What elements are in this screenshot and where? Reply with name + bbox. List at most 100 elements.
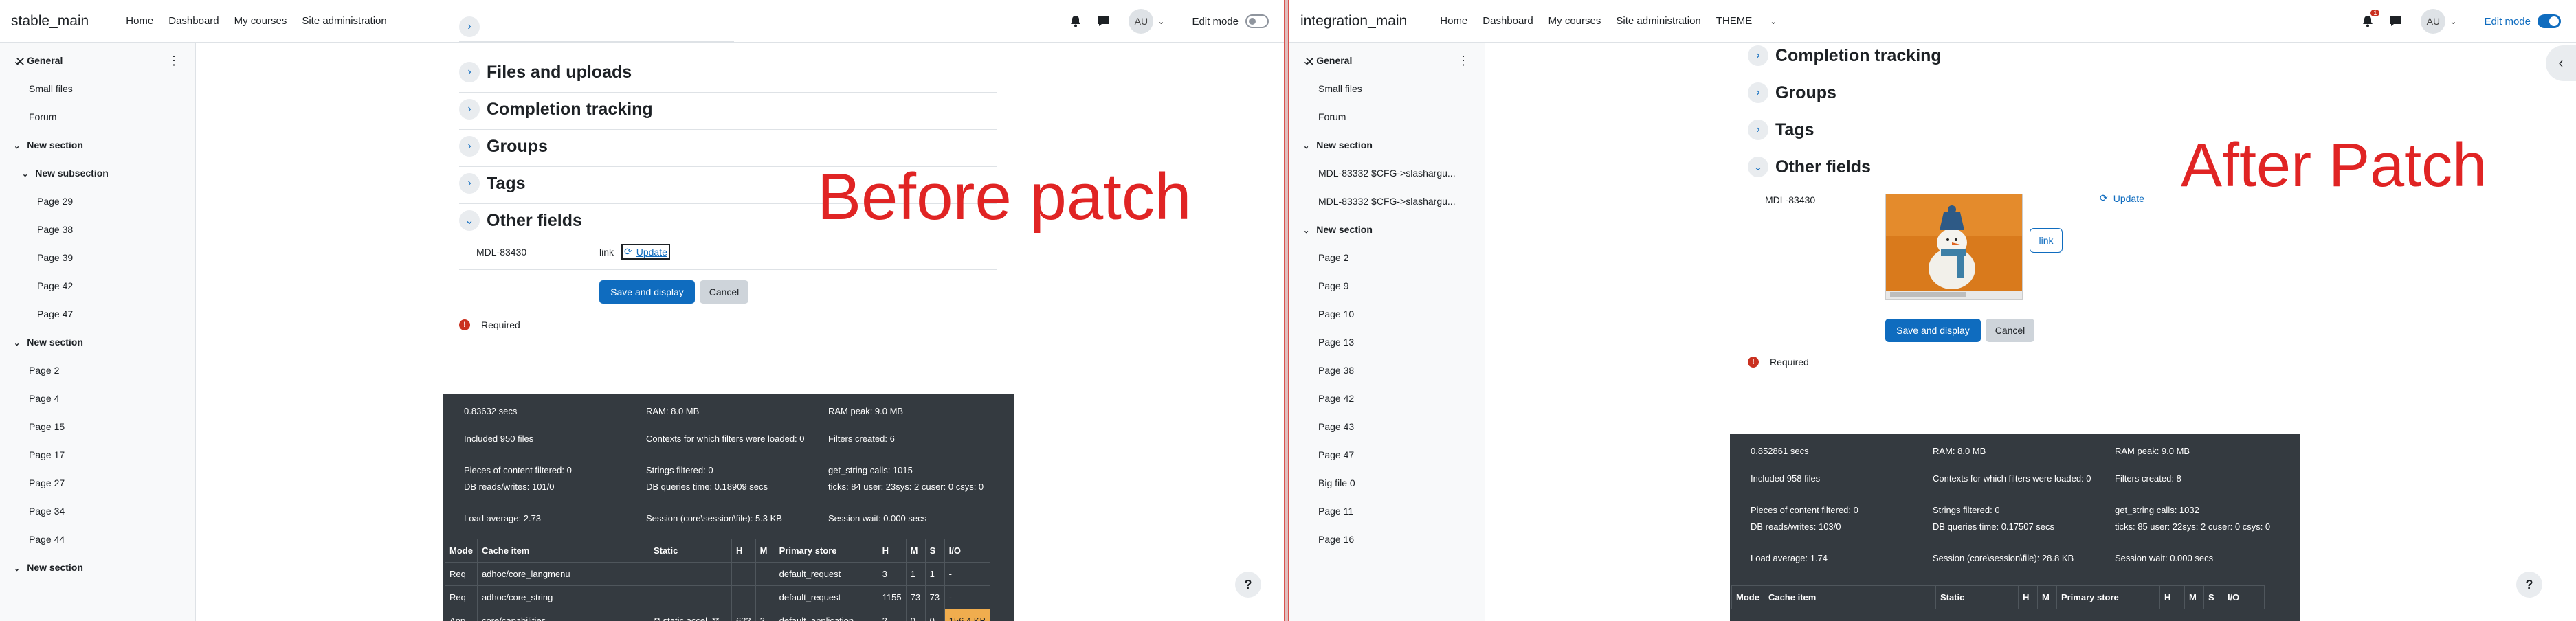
- course-index-item[interactable]: Page 39: [37, 252, 73, 263]
- avatar[interactable]: AU: [2421, 9, 2446, 34]
- course-index-item[interactable]: Page 44: [29, 534, 65, 545]
- field-link[interactable]: link: [2030, 228, 2063, 253]
- course-index-item[interactable]: MDL-83332 $CFG->slashargu...: [1318, 196, 1456, 207]
- section-tags[interactable]: › Tags: [459, 173, 526, 194]
- course-index-item[interactable]: Page 42: [1318, 393, 1354, 404]
- bell-icon[interactable]: 1: [2360, 10, 2380, 29]
- site-brand[interactable]: stable_main: [11, 13, 89, 30]
- chevron-down-icon[interactable]: ⌄: [1303, 142, 1309, 150]
- save-and-display-button[interactable]: Save and display: [1885, 319, 1981, 342]
- section-header-partial[interactable]: ›: [459, 16, 487, 37]
- course-index-label: Page 47: [1318, 449, 1355, 460]
- edit-mode-toggle[interactable]: [1245, 14, 1269, 28]
- chevron-down-icon[interactable]: ⌄: [14, 564, 20, 573]
- course-index-item[interactable]: Forum: [1318, 111, 1346, 122]
- help-button[interactable]: ?: [2516, 572, 2542, 598]
- bell-icon[interactable]: [1068, 14, 1083, 29]
- chevron-down-icon[interactable]: ⌄: [1303, 57, 1309, 66]
- course-index-item[interactable]: MDL-83332 $CFG->slashargu...: [1318, 168, 1456, 179]
- cancel-button[interactable]: Cancel: [700, 280, 748, 304]
- chevron-right-icon[interactable]: ›: [459, 173, 480, 194]
- course-index-item[interactable]: Page 17: [29, 449, 65, 460]
- course-index-item[interactable]: Page 4: [29, 393, 59, 404]
- more-options-icon[interactable]: ⋮: [1457, 54, 1469, 68]
- field-image-preview[interactable]: [1885, 194, 2023, 300]
- course-index-item[interactable]: Page 13: [1318, 337, 1354, 348]
- section-other-fields[interactable]: ⌄ Other fields: [459, 210, 582, 231]
- chevron-down-icon[interactable]: ⌄: [14, 57, 20, 66]
- course-index-item[interactable]: Page 47: [37, 308, 73, 319]
- course-index-item[interactable]: Page 38: [37, 224, 73, 235]
- chevron-down-icon[interactable]: ⌄: [459, 210, 480, 231]
- section-completion-tracking[interactable]: › Completion tracking: [459, 99, 653, 120]
- avatar[interactable]: AU: [1129, 9, 1154, 34]
- update-link[interactable]: ⟳ Update: [2100, 192, 2144, 204]
- save-and-display-button[interactable]: Save and display: [599, 280, 695, 304]
- chevron-right-icon[interactable]: ›: [459, 16, 480, 37]
- course-index-section[interactable]: ⌄ General: [1303, 55, 1352, 66]
- section-other-fields[interactable]: ⌄ Other fields: [1748, 157, 1871, 177]
- course-index-item[interactable]: Page 38: [1318, 365, 1354, 376]
- chevron-down-icon[interactable]: ⌄: [1303, 226, 1309, 235]
- nav-home[interactable]: Home: [126, 15, 153, 27]
- course-index-item[interactable]: Big file 0: [1318, 477, 1355, 488]
- field-link[interactable]: link: [599, 247, 614, 258]
- nav-dashboard[interactable]: Dashboard: [1483, 15, 1533, 27]
- course-index-subsection[interactable]: ⌄ New subsection: [22, 168, 109, 179]
- nav-my-courses[interactable]: My courses: [1548, 15, 1601, 27]
- course-index-item[interactable]: Page 27: [29, 477, 65, 488]
- chevron-down-icon[interactable]: ⌄: [14, 142, 20, 150]
- more-options-icon[interactable]: ⋮: [168, 54, 180, 68]
- chevron-right-icon[interactable]: ›: [459, 62, 480, 82]
- chevron-right-icon[interactable]: ›: [459, 99, 480, 120]
- nav-site-administration[interactable]: Site administration: [1616, 15, 1700, 27]
- nav-my-courses[interactable]: My courses: [234, 15, 287, 27]
- course-index-section[interactable]: ⌄ New section: [14, 562, 83, 573]
- chevron-down-icon[interactable]: ⌄: [22, 170, 28, 179]
- edit-mode-toggle[interactable]: [2538, 14, 2561, 28]
- chevron-down-icon[interactable]: ⌄: [2450, 16, 2456, 26]
- section-completion-tracking[interactable]: › Completion tracking: [1748, 45, 1942, 66]
- section-groups[interactable]: › Groups: [1748, 82, 1836, 103]
- section-tags[interactable]: › Tags: [1748, 120, 1814, 140]
- chevron-down-icon[interactable]: ⌄: [14, 339, 20, 348]
- course-index-item[interactable]: Page 42: [37, 280, 73, 291]
- chevron-right-icon[interactable]: ›: [1748, 82, 1768, 103]
- message-icon[interactable]: [2388, 14, 2403, 29]
- course-index-item[interactable]: Page 47: [1318, 449, 1354, 460]
- chevron-right-icon[interactable]: ›: [459, 136, 480, 157]
- course-index-item[interactable]: Page 11: [1318, 506, 1353, 517]
- chevron-right-icon[interactable]: ›: [1748, 120, 1768, 140]
- course-index-item[interactable]: Small files: [1318, 83, 1362, 94]
- course-index-section[interactable]: ⌄ New section: [14, 337, 83, 348]
- section-groups[interactable]: › Groups: [459, 136, 548, 157]
- course-index-item[interactable]: Page 16: [1318, 534, 1354, 545]
- section-files-and-uploads[interactable]: › Files and uploads: [459, 62, 632, 82]
- course-index-section[interactable]: ⌄ New section: [14, 139, 83, 150]
- course-index-item[interactable]: Page 15: [29, 421, 65, 432]
- nav-dashboard[interactable]: Dashboard: [168, 15, 219, 27]
- course-index-item[interactable]: Small files: [29, 83, 73, 94]
- site-brand[interactable]: integration_main: [1300, 13, 1407, 30]
- course-index-item[interactable]: Page 10: [1318, 308, 1354, 319]
- course-index-section[interactable]: ⌄ New section: [1303, 139, 1373, 150]
- course-index-section[interactable]: ⌄ New section: [1303, 224, 1373, 235]
- update-link[interactable]: ⟳ Update: [621, 244, 670, 260]
- nav-home[interactable]: Home: [1440, 15, 1467, 27]
- course-index-item[interactable]: Page 34: [29, 506, 65, 517]
- course-index-section[interactable]: ⌄ General: [14, 55, 63, 66]
- course-index-item[interactable]: Page 29: [37, 196, 73, 207]
- course-index-item[interactable]: Page 2: [29, 365, 59, 376]
- course-index-item[interactable]: Forum: [29, 111, 56, 122]
- course-index-item[interactable]: Page 2: [1318, 252, 1348, 263]
- chevron-down-icon[interactable]: ⌄: [1748, 157, 1768, 177]
- chevron-right-icon[interactable]: ›: [1748, 45, 1768, 66]
- course-index-item[interactable]: Page 9: [1318, 280, 1348, 291]
- help-button[interactable]: ?: [1235, 572, 1261, 598]
- nav-site-administration[interactable]: Site administration: [302, 15, 386, 27]
- cancel-button[interactable]: Cancel: [1986, 319, 2034, 342]
- course-index-item[interactable]: Page 43: [1318, 421, 1354, 432]
- nav-theme[interactable]: THEME ⌄: [1716, 15, 1792, 27]
- chevron-down-icon[interactable]: ⌄: [1157, 16, 1164, 26]
- message-icon[interactable]: [1096, 14, 1111, 29]
